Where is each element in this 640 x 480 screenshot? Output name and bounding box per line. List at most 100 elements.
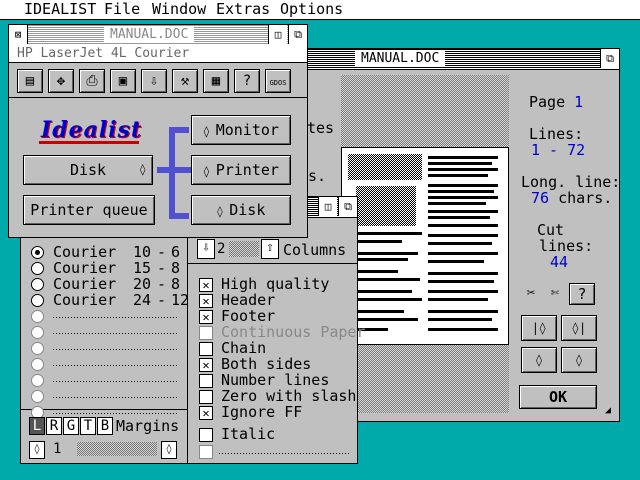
font-radio[interactable] [31, 310, 44, 323]
option-checkbox[interactable]: ✕ [199, 406, 213, 420]
arrow-right-icon: ◊ [165, 444, 173, 455]
option-checkbox[interactable] [199, 374, 213, 388]
close-icon[interactable]: ⊠ [9, 25, 28, 44]
monitor-output-button[interactable]: ◊ Monitor [191, 115, 291, 145]
option-checkbox[interactable]: ✕ [199, 310, 213, 324]
columns-down-button[interactable]: ⇩ [197, 239, 215, 259]
font-radio[interactable] [31, 278, 44, 291]
font-radio[interactable] [31, 390, 44, 403]
page-value: 1 [574, 93, 584, 111]
help-button[interactable]: ? [234, 69, 260, 93]
font-radio[interactable] [31, 342, 44, 355]
tools-button[interactable]: ⚒ [172, 69, 198, 93]
tools-icon: ⚒ [180, 73, 190, 89]
font-pitch: 12 [171, 291, 190, 309]
font-radio[interactable] [31, 358, 44, 371]
scissors-alt-icon[interactable]: ✄ [545, 285, 565, 303]
last-page-icon: ◊| [571, 321, 587, 335]
margin-tab[interactable]: T [80, 417, 96, 435]
first-page-icon: |◊ [531, 321, 547, 335]
resize-icon[interactable]: ◢ [605, 405, 617, 417]
document-icon: ▤ [25, 73, 35, 89]
fuller-icon[interactable]: ⧉ [288, 25, 307, 44]
thumb-block [348, 154, 422, 180]
prev-page-button[interactable]: ◊ [521, 347, 557, 373]
cut-lines-value: 44 [550, 253, 569, 271]
empty-font-slot [53, 349, 179, 350]
option-checkbox[interactable]: ✕ [199, 278, 213, 292]
option-checkbox[interactable] [199, 390, 213, 404]
option-checkbox[interactable]: ✕ [199, 358, 213, 372]
gdos-help-button[interactable]: GDOS [265, 69, 291, 93]
disk-output-button[interactable]: ◊ Disk [191, 195, 291, 225]
fuller-icon[interactable]: ⧉ [600, 49, 619, 68]
margins-label: Margins [116, 417, 180, 435]
route-connector [157, 167, 175, 173]
logo-underline [39, 141, 139, 144]
ok-button[interactable]: OK [519, 385, 597, 409]
download-button[interactable]: ⇩ [141, 69, 167, 93]
route-connector [175, 167, 191, 173]
diamond-icon: ◊ [203, 165, 210, 178]
menu-idealist[interactable]: IDEALIST [24, 0, 96, 19]
prev-page-icon: ◊ [535, 353, 543, 367]
printer-window-title: MANUAL.DOC [104, 27, 195, 43]
next-page-button[interactable]: ◊ [561, 347, 597, 373]
page-setup-button[interactable]: ▣ [110, 69, 136, 93]
menu-window[interactable]: Window [152, 0, 206, 19]
option-checkbox[interactable] [199, 326, 213, 340]
menu-options[interactable]: Options [280, 0, 343, 19]
last-page-button[interactable]: ◊| [561, 315, 597, 341]
margin-tab[interactable]: L [29, 417, 45, 435]
option-label: Ignore FF [221, 403, 303, 421]
print-settings-icon: ▦ [211, 73, 221, 89]
menu-file[interactable]: File [104, 0, 140, 19]
empty-font-slot [53, 381, 179, 382]
printer-titlebar[interactable]: ⊠ MANUAL.DOC ◫ ⧉ [9, 25, 307, 46]
move-button[interactable]: ✥ [48, 69, 74, 93]
option-checkbox[interactable] [199, 342, 213, 356]
document-button[interactable]: ▤ [17, 69, 43, 93]
margin-field-pattern [77, 442, 157, 456]
first-page-button[interactable]: |◊ [521, 315, 557, 341]
page-thumbnail[interactable] [341, 147, 509, 345]
font-radio[interactable] [31, 262, 44, 275]
print-settings-button[interactable]: ▦ [203, 69, 229, 93]
columns-up-button[interactable]: ⇧ [261, 239, 279, 259]
help-icon: ? [242, 73, 252, 89]
manual-title: MANUAL.DOC [355, 51, 446, 67]
empty-font-slot [53, 333, 179, 334]
divider [21, 409, 187, 410]
help-button[interactable]: ? [569, 283, 595, 305]
margin-increase-button[interactable]: ◊ [161, 441, 177, 459]
arrow-right-icon: ◊ [139, 163, 146, 176]
font-radio[interactable] [31, 294, 44, 307]
empty-font-slot [53, 413, 179, 414]
margin-tab[interactable]: B [97, 417, 113, 435]
idealist-logo: Idealist [41, 117, 143, 143]
margin-tab[interactable]: R [46, 417, 62, 435]
menu-extras[interactable]: Extras [216, 0, 270, 19]
divider [187, 217, 188, 463]
font-radio[interactable] [31, 374, 44, 387]
option-checkbox[interactable]: ✕ [199, 294, 213, 308]
manual-titlebar[interactable]: MANUAL.DOC ⧉ [295, 49, 619, 70]
scissors-icon[interactable]: ✂ [521, 285, 541, 303]
divider [187, 263, 357, 264]
margin-decrease-button[interactable]: ◊ [29, 441, 45, 459]
printer-button[interactable]: ⎙ [79, 69, 105, 93]
iconify-icon[interactable]: ◫ [268, 25, 287, 44]
font-radio[interactable] [31, 326, 44, 339]
margin-tab[interactable]: G [63, 417, 79, 435]
disk-source-button[interactable]: Disk ◊ [23, 155, 153, 185]
fuller-icon[interactable]: ⧉ [338, 197, 357, 216]
menu-bar: IDEALIST File Window Extras Options [0, 0, 640, 20]
extra-checkbox[interactable] [199, 445, 213, 459]
thumb-block [356, 186, 416, 226]
gdos-help-icon: GDOS [269, 79, 287, 87]
printer-queue-button[interactable]: Printer queue [23, 195, 155, 225]
font-radio[interactable] [31, 246, 44, 259]
italic-checkbox[interactable] [199, 428, 213, 442]
printer-output-button[interactable]: ◊ Printer [191, 155, 291, 185]
iconify-icon[interactable]: ◫ [318, 197, 337, 216]
